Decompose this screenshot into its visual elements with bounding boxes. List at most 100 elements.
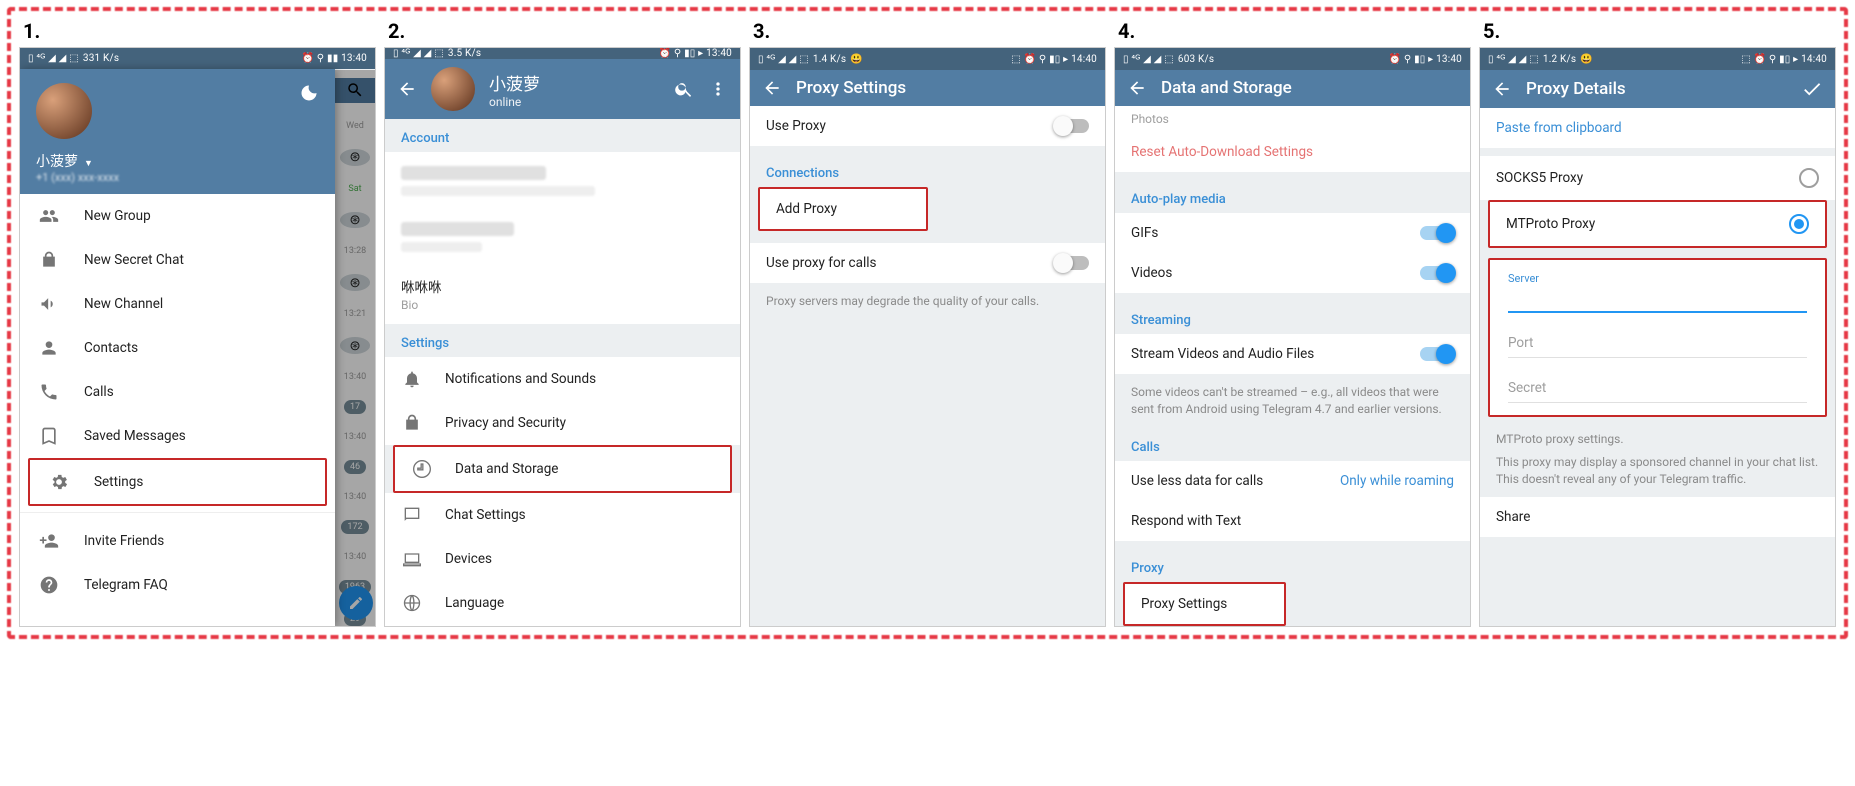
screen-5: ▯ ⁴ᴳ ◢ ◢ ⬚1.2 K/s😃 ⬚ ⏰ ⚲ ▮▯ ▸ 14:40 Prox… bbox=[1479, 47, 1836, 627]
page-title: Proxy Details bbox=[1526, 79, 1787, 99]
share-row[interactable]: Share bbox=[1480, 497, 1835, 537]
add-proxy-row[interactable]: Add Proxy bbox=[758, 187, 928, 231]
step-number-1: 1. bbox=[23, 19, 376, 43]
moon-icon[interactable] bbox=[299, 83, 319, 103]
screen-4: ▯ ⁴ᴳ ◢ ◢ ⬚603 K/s ⏰ ⚲ ▮▯ ▸ 13:40 Data an… bbox=[1114, 47, 1471, 627]
toggle-videos[interactable] bbox=[1420, 266, 1454, 280]
paste-clipboard-row[interactable]: Paste from clipboard bbox=[1480, 108, 1835, 148]
menu-new-group[interactable]: New Group bbox=[20, 194, 335, 238]
app-header: Proxy Settings bbox=[750, 70, 1105, 106]
section-proxy: Proxy bbox=[1115, 549, 1470, 582]
status-bar: ▯ ⁴ᴳ ◢ ◢ ⬚1.4 K/s😃 ⬚ ⏰ ⚲ ▮▯ ▸ 14:40 bbox=[750, 48, 1105, 70]
account-name[interactable]: 小菠萝 bbox=[36, 151, 319, 171]
proxy-settings-row[interactable]: Proxy Settings bbox=[1123, 582, 1286, 626]
status-bar: ▯ ⁴ᴳ ◢ ◢ ⬚331 K/s ⏰ ⚲ ▮▮ 13:40 bbox=[20, 48, 375, 69]
menu-label: New Secret Chat bbox=[84, 252, 184, 268]
reset-autodownload-row[interactable]: Reset Auto-Download Settings bbox=[1115, 132, 1470, 172]
use-proxy-row[interactable]: Use Proxy bbox=[750, 106, 1105, 146]
search-icon[interactable] bbox=[674, 79, 694, 99]
secret-field[interactable]: Secret bbox=[1492, 362, 1823, 407]
menu-new-secret[interactable]: New Secret Chat bbox=[20, 238, 335, 282]
gear-icon bbox=[48, 472, 70, 492]
back-icon[interactable] bbox=[1127, 78, 1147, 98]
avatar[interactable] bbox=[36, 83, 92, 139]
bio-row[interactable]: 咻咻咻 Bio bbox=[385, 264, 740, 324]
less-data-row[interactable]: Use less data for calls Only while roami… bbox=[1115, 461, 1470, 501]
laptop-icon bbox=[401, 549, 423, 569]
menu-invite[interactable]: Invite Friends bbox=[20, 519, 335, 563]
menu-settings[interactable]: Settings bbox=[28, 458, 327, 506]
videos-row[interactable]: Videos bbox=[1115, 253, 1470, 293]
online-status: online bbox=[489, 95, 660, 109]
step-number-3: 3. bbox=[753, 19, 1106, 43]
group-icon bbox=[38, 206, 60, 226]
menu-saved[interactable]: Saved Messages bbox=[20, 414, 335, 458]
section-connections: Connections bbox=[750, 154, 1105, 187]
menu-contacts[interactable]: Contacts bbox=[20, 326, 335, 370]
settings-devices[interactable]: Devices bbox=[385, 537, 740, 581]
globe-icon bbox=[401, 593, 423, 613]
menu-new-channel[interactable]: New Channel bbox=[20, 282, 335, 326]
person-icon bbox=[38, 338, 60, 358]
step-number-5: 5. bbox=[1483, 19, 1836, 43]
phone-icon bbox=[38, 382, 60, 402]
back-icon[interactable] bbox=[1492, 79, 1512, 99]
settings-notifications[interactable]: Notifications and Sounds bbox=[385, 357, 740, 401]
menu-faq[interactable]: Telegram FAQ bbox=[20, 563, 335, 607]
more-icon[interactable] bbox=[708, 79, 728, 99]
settings-data-storage[interactable]: Data and Storage bbox=[393, 445, 732, 493]
menu-label: Contacts bbox=[84, 340, 138, 356]
section-account: Account bbox=[385, 119, 740, 152]
settings-privacy[interactable]: Privacy and Security bbox=[385, 401, 740, 445]
toggle-proxy-calls[interactable] bbox=[1055, 256, 1089, 270]
avatar[interactable] bbox=[431, 67, 475, 111]
toggle-use-proxy[interactable] bbox=[1055, 119, 1089, 133]
username-row[interactable] bbox=[385, 208, 740, 264]
lock-icon bbox=[38, 250, 60, 270]
settings-language[interactable]: Language bbox=[385, 581, 740, 625]
menu-label: Telegram FAQ bbox=[84, 577, 168, 593]
settings-help[interactable]: Help bbox=[385, 625, 740, 627]
port-field[interactable]: Port bbox=[1492, 317, 1823, 362]
toggle-gifs[interactable] bbox=[1420, 226, 1454, 240]
radio-mtproto[interactable] bbox=[1789, 214, 1809, 234]
back-icon[interactable] bbox=[762, 78, 782, 98]
page-title: Data and Storage bbox=[1161, 78, 1292, 98]
menu-calls[interactable]: Calls bbox=[20, 370, 335, 414]
mtproto-row[interactable]: MTProto Proxy bbox=[1488, 200, 1827, 248]
toggle-streaming[interactable] bbox=[1420, 347, 1454, 361]
mtproto-note: MTProto proxy settings. This proxy may d… bbox=[1480, 421, 1835, 497]
help-icon bbox=[38, 575, 60, 595]
phone-number-row[interactable] bbox=[385, 152, 740, 208]
menu-label: New Channel bbox=[84, 296, 163, 312]
person-add-icon bbox=[38, 531, 60, 551]
profile-header: 小菠萝 online bbox=[385, 59, 740, 119]
settings-chat[interactable]: Chat Settings bbox=[385, 493, 740, 537]
server-input[interactable] bbox=[1508, 285, 1807, 313]
use-proxy-calls-row[interactable]: Use proxy for calls bbox=[750, 243, 1105, 283]
section-settings: Settings bbox=[385, 324, 740, 357]
socks5-row[interactable]: SOCKS5 Proxy bbox=[1480, 156, 1835, 200]
section-streaming: Streaming bbox=[1115, 301, 1470, 334]
gifs-row[interactable]: GIFs bbox=[1115, 213, 1470, 253]
radio-socks5[interactable] bbox=[1799, 168, 1819, 188]
menu-label: New Group bbox=[84, 208, 151, 224]
bookmark-icon bbox=[38, 426, 60, 446]
drawer-header: 小菠萝 +1 (xxx) xxx-xxxx bbox=[20, 69, 335, 194]
megaphone-icon bbox=[38, 294, 60, 314]
menu-label: Saved Messages bbox=[84, 428, 186, 444]
lock-icon bbox=[401, 413, 423, 433]
clock-icon bbox=[411, 459, 433, 479]
app-header: Data and Storage bbox=[1115, 70, 1470, 106]
back-icon[interactable] bbox=[397, 79, 417, 99]
page-title: Proxy Settings bbox=[796, 78, 906, 98]
status-bar: ▯ ⁴ᴳ ◢ ◢ ⬚1.2 K/s😃 ⬚ ⏰ ⚲ ▮▯ ▸ 14:40 bbox=[1480, 48, 1835, 70]
menu-label: Settings bbox=[94, 474, 143, 490]
server-field[interactable]: Server bbox=[1492, 264, 1823, 317]
check-icon[interactable] bbox=[1801, 78, 1823, 100]
stream-note: Some videos can't be streamed – e.g., al… bbox=[1115, 374, 1470, 428]
screen-2: ▯ ⁴ᴳ ◢ ◢ ⬚3.5 K/s ⏰ ⚲ ▮▯ ▸ 13:40 小菠萝 onl… bbox=[384, 47, 741, 627]
respond-text-row[interactable]: Respond with Text bbox=[1115, 501, 1470, 541]
stream-row[interactable]: Stream Videos and Audio Files bbox=[1115, 334, 1470, 374]
photos-row[interactable]: Photos bbox=[1115, 106, 1470, 132]
